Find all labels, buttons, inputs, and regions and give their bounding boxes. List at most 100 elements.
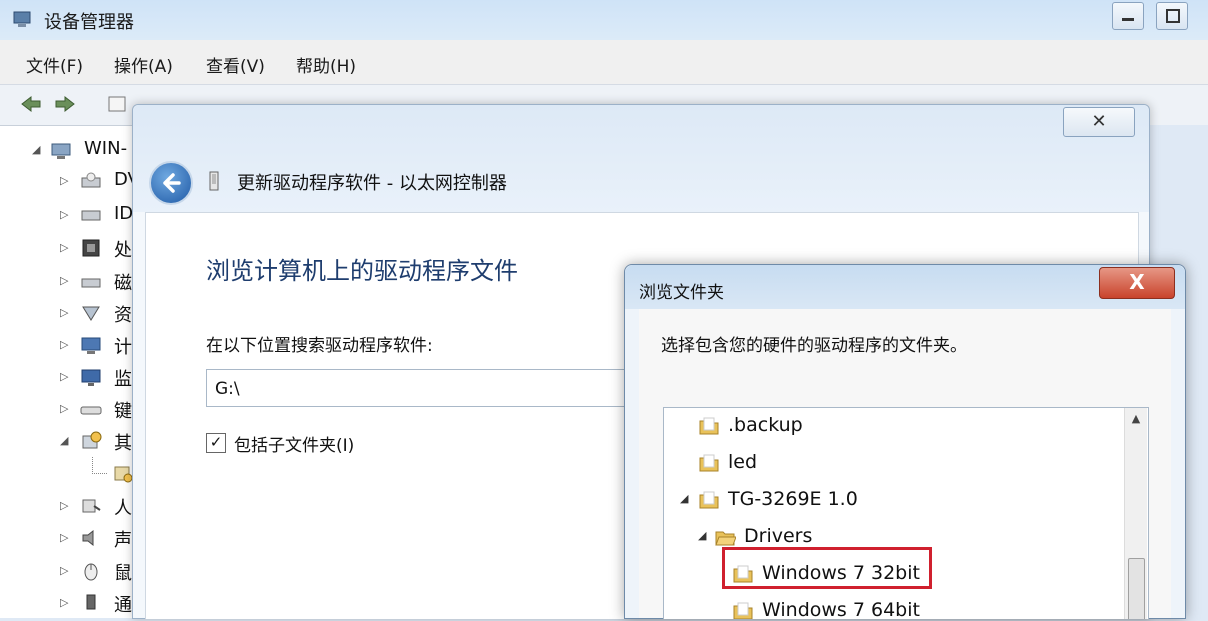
- vertical-scrollbar[interactable]: ▲: [1124, 408, 1147, 619]
- keyboard-icon: [80, 406, 102, 415]
- menu-view[interactable]: 查看(V): [206, 52, 265, 77]
- folder-label: led: [728, 451, 758, 473]
- tree-node-label: 人: [114, 498, 132, 519]
- back-button[interactable]: [149, 161, 193, 205]
- tree-root[interactable]: ◢ WIN-: [0, 134, 150, 168]
- tree-node-label: 计: [114, 337, 132, 358]
- tree-connector: [92, 457, 107, 474]
- expand-arrow-icon: ▷: [60, 531, 69, 544]
- page-heading: 浏览计算机上的驱动程序文件: [206, 257, 518, 285]
- maximize-button[interactable]: [1156, 2, 1188, 30]
- disk-drive-icon: [81, 278, 101, 288]
- resource-icon: [82, 306, 100, 321]
- usb-controller-icon: [86, 594, 96, 610]
- menu-file[interactable]: 文件(F): [26, 52, 83, 77]
- driver-path-input[interactable]: G:\: [206, 369, 646, 407]
- selection-highlight-box: [722, 547, 932, 589]
- tree-node-label: 监: [114, 369, 132, 390]
- folder-icon: [699, 417, 719, 435]
- tree-node-label: ID: [114, 203, 134, 224]
- hid-icon: [82, 499, 101, 513]
- browse-dialog-close-button[interactable]: X: [1099, 267, 1175, 299]
- tree-node[interactable]: ▷ 鼠: [0, 555, 150, 589]
- folder-item[interactable]: led: [664, 445, 1124, 481]
- properties-icon[interactable]: [106, 94, 128, 114]
- include-subfolders-label[interactable]: 包括子文件夹(I): [234, 431, 354, 456]
- collapse-arrow-icon[interactable]: ◢: [32, 143, 40, 156]
- tree-node[interactable]: ▷ 计: [0, 329, 150, 363]
- search-location-label: 在以下位置搜索驱动程序软件:: [206, 336, 433, 356]
- collapse-arrow-icon: ◢: [60, 434, 69, 447]
- tree-node-label: 处: [114, 240, 132, 261]
- update-dialog-close-button[interactable]: ✕: [1063, 107, 1135, 137]
- open-folder-icon: [715, 531, 736, 546]
- tree-node[interactable]: ▷ ID: [0, 199, 150, 233]
- tree-node-label: 磁: [114, 273, 132, 294]
- expand-arrow-icon: ▷: [60, 241, 69, 254]
- folder-label: Windows 7 64bit: [762, 599, 920, 619]
- folder-item[interactable]: Windows 7 64bit: [664, 593, 1124, 619]
- tree-node[interactable]: ▷ 处: [0, 232, 150, 266]
- expand-arrow-icon: ▷: [60, 370, 69, 383]
- computer-icon: [81, 337, 101, 354]
- folder-label: .backup: [728, 414, 803, 436]
- tree-node[interactable]: ◢ 其: [0, 425, 150, 459]
- dvd-drive-icon: [81, 172, 101, 188]
- tree-node[interactable]: ▷ 通: [0, 587, 150, 621]
- collapse-arrow-icon[interactable]: ◢: [698, 529, 706, 542]
- mouse-icon: [84, 563, 98, 581]
- sound-icon: [82, 529, 94, 547]
- tree-node-label: 鼠: [114, 563, 132, 584]
- forward-arrow-icon[interactable]: [54, 94, 76, 114]
- update-dialog-title: 更新驱动程序软件 - 以太网控制器: [237, 173, 507, 194]
- expand-arrow-icon: ▷: [60, 174, 69, 187]
- window-title: 设备管理器: [44, 12, 134, 33]
- tree-node-label: 资: [114, 305, 132, 326]
- folder-tree: .backup led ◢ TG-3269E 1.0 ◢ Drivers Win…: [663, 407, 1149, 619]
- update-dialog-header: [133, 105, 1149, 212]
- menu-action[interactable]: 操作(A): [114, 52, 173, 77]
- scroll-up-icon[interactable]: ▲: [1125, 412, 1147, 432]
- tree-node[interactable]: ▷ 键: [0, 393, 150, 427]
- expand-arrow-icon: ▷: [60, 596, 69, 609]
- browse-folder-dialog: 浏览文件夹 X 选择包含您的硬件的驱动程序的文件夹。 .backup led ◢…: [624, 264, 1186, 619]
- tree-node[interactable]: [0, 457, 150, 491]
- include-subfolders-checkbox[interactable]: ✓: [206, 433, 226, 453]
- expand-arrow-icon: ▷: [60, 208, 69, 221]
- expand-arrow-icon: ▷: [60, 499, 69, 512]
- expand-arrow-icon: ▷: [60, 402, 69, 415]
- browse-dialog-content: 选择包含您的硬件的驱动程序的文件夹。 .backup led ◢ TG-3269…: [639, 309, 1171, 619]
- tree-node[interactable]: ▷ 资: [0, 297, 150, 331]
- processor-icon: [82, 239, 100, 257]
- tree-node[interactable]: ▷ 磁: [0, 265, 150, 299]
- folder-icon: [699, 491, 719, 509]
- collapse-arrow-icon[interactable]: ◢: [680, 492, 688, 505]
- menu-bar: [0, 40, 1208, 85]
- tree-node[interactable]: ▷ 监: [0, 361, 150, 395]
- tree-node-label: 通: [114, 595, 132, 616]
- monitor-icon: [81, 369, 101, 386]
- back-arrow-icon[interactable]: [20, 94, 42, 114]
- folder-item[interactable]: .backup: [664, 408, 1124, 444]
- tree-node[interactable]: ▷ 声: [0, 522, 150, 556]
- computer-icon: [51, 143, 71, 159]
- expand-arrow-icon: ▷: [60, 338, 69, 351]
- minimize-button[interactable]: [1112, 2, 1144, 30]
- browse-description: 选择包含您的硬件的驱动程序的文件夹。: [661, 336, 967, 356]
- tree-node[interactable]: ▷ DV: [0, 165, 150, 199]
- browse-dialog-title: 浏览文件夹: [639, 283, 724, 303]
- device-manager-titlebar: 设备管理器: [0, 0, 1208, 40]
- tree-node[interactable]: ▷ 人: [0, 490, 150, 524]
- folder-icon: [699, 454, 719, 472]
- folder-item[interactable]: ◢ TG-3269E 1.0: [664, 482, 1124, 518]
- back-arrow-icon: [163, 173, 181, 193]
- folder-label: TG-3269E 1.0: [728, 488, 858, 510]
- unknown-device-icon: [114, 466, 133, 483]
- tree-node-label: 键: [114, 401, 132, 422]
- tree-node-label: 其: [114, 433, 132, 454]
- folder-label: Drivers: [744, 525, 813, 547]
- scrollbar-thumb[interactable]: [1128, 558, 1145, 619]
- device-manager-icon: [13, 11, 31, 27]
- menu-help[interactable]: 帮助(H): [296, 52, 356, 77]
- ide-controller-icon: [81, 210, 101, 221]
